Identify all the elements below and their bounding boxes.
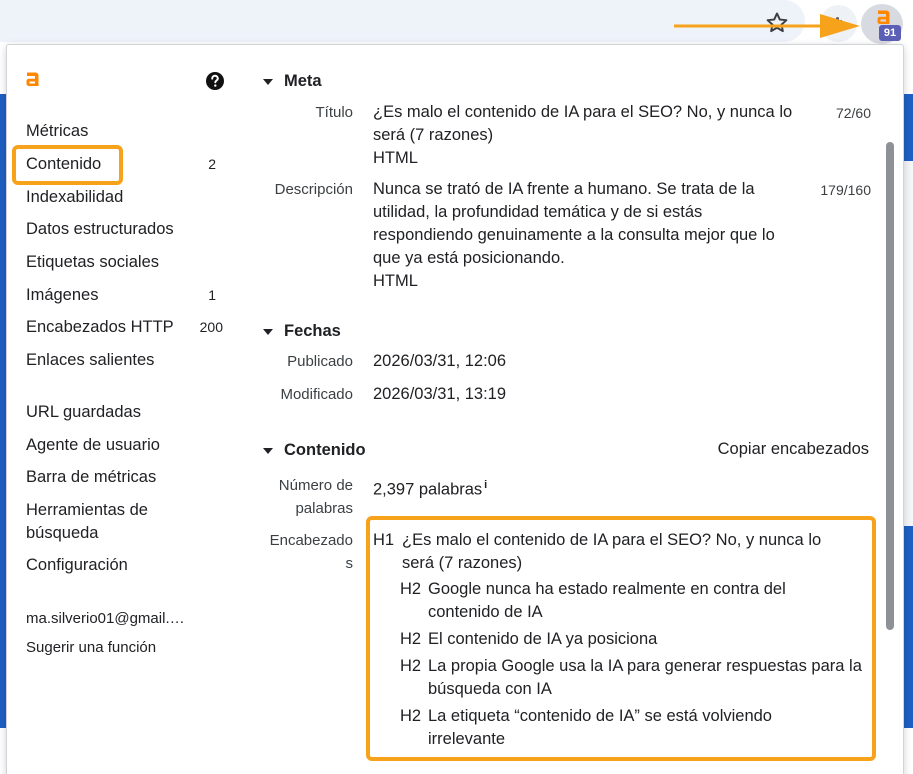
- heading-h2: H2 Google nunca ha estado realmente en c…: [400, 580, 786, 621]
- ahrefs-logo-icon: [26, 72, 39, 86]
- sidebar-item-barra-de-metricas[interactable]: Barra de métricas: [26, 466, 231, 489]
- description-type: HTML: [373, 272, 418, 290]
- description-label: Descripción: [274, 181, 353, 198]
- caret-down-icon: [263, 78, 273, 85]
- ahrefs-logo-icon: [877, 10, 890, 24]
- section-toggle-fechas[interactable]: Fechas: [263, 322, 341, 341]
- sidebar-item-indexabilidad[interactable]: Indexabilidad: [26, 186, 231, 209]
- sidebar-item-enlaces-salientes[interactable]: Enlaces salientes: [26, 349, 231, 372]
- sidebar-item-url-guardadas[interactable]: URL guardadas: [26, 401, 231, 424]
- title-value: ¿Es malo el contenido de IA para el SEO?…: [373, 101, 813, 170]
- sidebar-item-configuracion[interactable]: Configuración: [26, 554, 231, 577]
- account-email[interactable]: ma.silverio01@gmail.…: [26, 607, 231, 630]
- title-length-count: 72/60: [835, 105, 871, 121]
- browser-toolbar: 91: [0, 0, 913, 46]
- heading-h2: H2 La etiqueta “contenido de IA” se está…: [400, 707, 772, 748]
- copy-headings-button[interactable]: Copiar encabezados: [718, 440, 869, 459]
- heading-h1: H1 ¿Es malo el contenido de IA para el S…: [373, 531, 822, 572]
- published-value: 2026/03/31, 12:06: [373, 352, 507, 370]
- sidebar-item-agente-de-usuario[interactable]: Agente de usuario: [26, 434, 231, 457]
- heading-h2: H2 El contenido de IA ya posiciona: [400, 628, 860, 651]
- caret-down-icon: [263, 328, 273, 335]
- sidebar-item-encabezados-http[interactable]: Encabezados HTTP 200: [26, 316, 231, 339]
- headings-label: Encabezados: [269, 532, 353, 572]
- sidebar: Métricas Contenido 2 Indexabilidad Datos…: [7, 45, 239, 774]
- scrollbar-thumb[interactable]: [886, 142, 894, 630]
- word-count-label: Número de palabras: [278, 477, 353, 517]
- info-icon[interactable]: i: [484, 479, 487, 491]
- caret-down-icon: [263, 447, 273, 454]
- sidebar-item-count: 1: [208, 287, 216, 303]
- heading-level: H1: [373, 531, 395, 549]
- title-label: Título: [315, 104, 353, 121]
- main-content: Meta Título ¿Es malo el contenido de IA …: [253, 45, 883, 774]
- sidebar-item-herramientas-de-busqueda[interactable]: Herramientas de búsqueda: [26, 499, 176, 545]
- heading-level: H2: [400, 580, 422, 598]
- section-toggle-contenido[interactable]: Contenido: [263, 441, 366, 460]
- description-length-count: 179/160: [820, 182, 871, 198]
- description-value: Nunca se trató de IA frente a humano. Se…: [373, 178, 793, 293]
- suggest-feature-link[interactable]: Sugerir una función: [26, 636, 231, 659]
- help-icon[interactable]: [205, 71, 225, 91]
- title-type: HTML: [373, 149, 418, 167]
- modified-value: 2026/03/31, 13:19: [373, 385, 507, 403]
- section-toggle-meta[interactable]: Meta: [263, 72, 322, 91]
- sidebar-item-imagenes[interactable]: Imágenes 1: [26, 284, 231, 307]
- word-count-value: 2,397 palabras i: [373, 479, 488, 499]
- extension-badge: 91: [879, 25, 901, 41]
- sidebar-item-datos-estructurados[interactable]: Datos estructurados: [26, 218, 231, 241]
- published-label: Publicado: [287, 353, 353, 370]
- heading-level: H2: [400, 630, 422, 648]
- highlight-box-contenido: [12, 145, 123, 185]
- sidebar-item-metricas[interactable]: Métricas: [26, 120, 231, 143]
- heading-level: H2: [400, 707, 422, 725]
- seo-toolbar-popup: Métricas Contenido 2 Indexabilidad Datos…: [6, 44, 904, 774]
- annotation-arrow-icon: [674, 14, 860, 38]
- heading-level: H2: [400, 657, 422, 675]
- heading-h2: H2 La propia Google usa la IA para gener…: [400, 657, 862, 698]
- sidebar-item-etiquetas-sociales[interactable]: Etiquetas sociales: [26, 251, 231, 274]
- sidebar-item-count: 2: [208, 156, 216, 172]
- sidebar-item-count: 200: [199, 319, 223, 335]
- modified-label: Modificado: [280, 386, 353, 403]
- page-background-right: [903, 46, 913, 774]
- ahrefs-extension-button[interactable]: 91: [861, 4, 903, 44]
